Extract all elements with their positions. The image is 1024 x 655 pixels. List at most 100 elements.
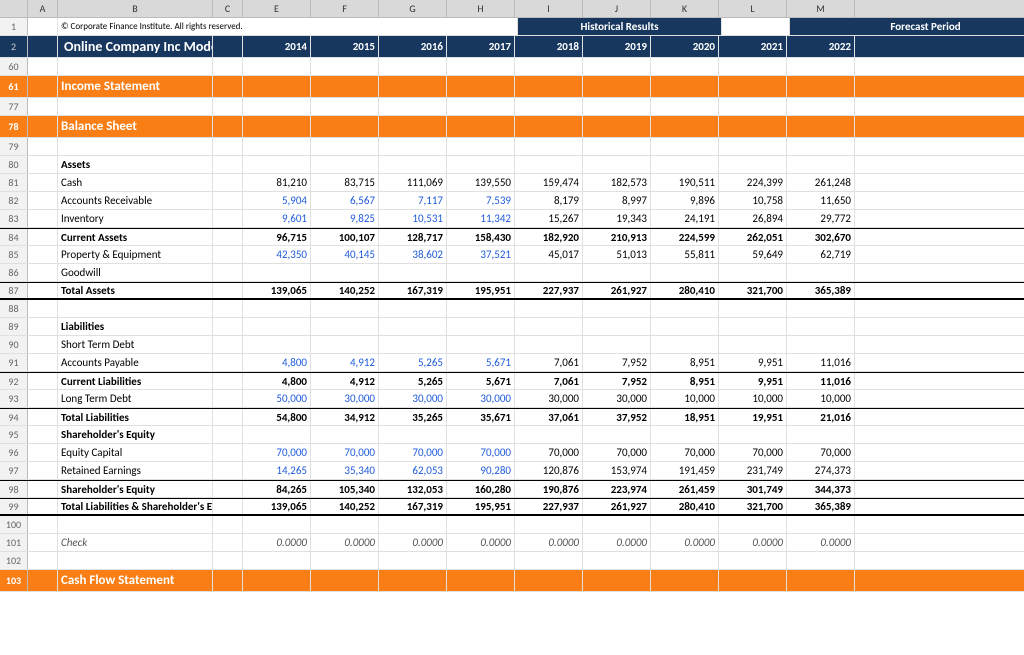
col-header-G: G: [379, 0, 447, 17]
cell-83J: 19,343: [583, 210, 651, 227]
cell-94K: 18,951: [651, 409, 719, 425]
cell-84M: 302,670: [787, 229, 855, 245]
rownum-82: 82: [0, 192, 28, 209]
rownum-91: 91: [0, 354, 28, 371]
col-header-H: H: [447, 0, 515, 17]
rownum-60: 60: [0, 58, 28, 75]
rownum-99: 99: [0, 499, 28, 514]
cell-2B: Online Company Inc Model: [58, 36, 213, 57]
rownum-84: 84: [0, 229, 28, 245]
cell-91G: 5,265: [379, 354, 447, 371]
cell-84G: 128,717: [379, 229, 447, 245]
cell-94F: 34,912: [311, 409, 379, 425]
cell-93B: Long Term Debt: [58, 390, 213, 407]
cell-92B: Current Liabilities: [58, 373, 213, 389]
cell-96J: 70,000: [583, 444, 651, 461]
cell-93F: 30,000: [311, 390, 379, 407]
cell-87B: Total Assets: [58, 283, 213, 298]
cell-101J: 0.0000: [583, 534, 651, 551]
cell-94I: 37,061: [515, 409, 583, 425]
cell-93E: 50,000: [243, 390, 311, 407]
cell-2E: 2014: [243, 36, 311, 57]
cell-82K: 9,896: [651, 192, 719, 209]
cell-85K: 55,811: [651, 246, 719, 263]
cell-95B: Shareholder's Equity: [58, 426, 213, 443]
cell-97F: 35,340: [311, 462, 379, 479]
col-header-K: K: [651, 0, 719, 17]
cell-1E: Historical Results: [518, 18, 722, 35]
cell-87M: 365,389: [787, 283, 855, 298]
cell-92J: 7,952: [583, 373, 651, 389]
cell-93J: 30,000: [583, 390, 651, 407]
cell-91H: 5,671: [447, 354, 515, 371]
rownum-103: 103: [0, 570, 28, 591]
row-102: 102: [0, 552, 1024, 570]
cell-85B: Property & Equipment: [58, 246, 213, 263]
row-83: 83 Inventory 9,601 9,825 10,531 11,342 1…: [0, 210, 1024, 228]
cell-82J: 8,997: [583, 192, 651, 209]
cell-81K: 190,511: [651, 174, 719, 191]
row-88: 88: [0, 300, 1024, 318]
row-85: 85 Property & Equipment 42,350 40,145 38…: [0, 246, 1024, 264]
cell-96K: 70,000: [651, 444, 719, 461]
cell-98H: 160,280: [447, 481, 515, 497]
cell-94L: 19,951: [719, 409, 787, 425]
cell-82L: 10,758: [719, 192, 787, 209]
cell-98M: 344,373: [787, 481, 855, 497]
cell-92E: 4,800: [243, 373, 311, 389]
cell-97M: 274,373: [787, 462, 855, 479]
cell-84J: 210,913: [583, 229, 651, 245]
rownum-79: 79: [0, 138, 28, 155]
cell-83M: 29,772: [787, 210, 855, 227]
cell-84E: 96,715: [243, 229, 311, 245]
cell-99F: 140,252: [311, 499, 379, 514]
cell-91F: 4,912: [311, 354, 379, 371]
cell-83B: Inventory: [58, 210, 213, 227]
cell-85I: 45,017: [515, 246, 583, 263]
cell-98F: 105,340: [311, 481, 379, 497]
cell-99H: 195,951: [447, 499, 515, 514]
balance-sheet-header: Balance Sheet: [58, 116, 213, 137]
cell-94H: 35,671: [447, 409, 515, 425]
rownum-61: 61: [0, 76, 28, 97]
cell-87G: 167,319: [379, 283, 447, 298]
cash-flow-header: Cash Flow Statement: [58, 570, 213, 591]
cell-82E: 5,904: [243, 192, 311, 209]
col-header-rownum: [0, 0, 28, 17]
cell-2C: [213, 36, 243, 57]
cell-83L: 26,894: [719, 210, 787, 227]
row-93: 93 Long Term Debt 50,000 30,000 30,000 3…: [0, 390, 1024, 408]
cell-85E: 42,350: [243, 246, 311, 263]
row-96: 96 Equity Capital 70,000 70,000 70,000 7…: [0, 444, 1024, 462]
cell-91J: 7,952: [583, 354, 651, 371]
rownum-93: 93: [0, 390, 28, 407]
row-1: 1 © Corporate Finance Institute. All rig…: [0, 18, 1024, 36]
rownum-88: 88: [0, 300, 28, 317]
cell-96G: 70,000: [379, 444, 447, 461]
cell-92I: 7,061: [515, 373, 583, 389]
cell-2H: 2017: [447, 36, 515, 57]
cell-86B: Goodwill: [58, 264, 213, 281]
row-79: 79: [0, 138, 1024, 156]
col-header-E: E: [243, 0, 311, 17]
cell-101F: 0.0000: [311, 534, 379, 551]
row-100: 100: [0, 516, 1024, 534]
cell-93G: 30,000: [379, 390, 447, 407]
cell-81B: Cash: [58, 174, 213, 191]
cell-94E: 54,800: [243, 409, 311, 425]
row-91: 91 Accounts Payable 4,800 4,912 5,265 5,…: [0, 354, 1024, 372]
row-87: 87 Total Assets 139,065 140,252 167,319 …: [0, 282, 1024, 300]
cell-96F: 70,000: [311, 444, 379, 461]
cell-87F: 140,252: [311, 283, 379, 298]
cell-101B: Check: [58, 534, 213, 551]
cell-2M: 2022: [787, 36, 855, 57]
rownum-98: 98: [0, 481, 28, 497]
cell-84I: 182,920: [515, 229, 583, 245]
row-94: 94 Total Liabilities 54,800 34,912 35,26…: [0, 408, 1024, 426]
cell-1J: Forecast Period: [790, 18, 1024, 35]
cell-1A: [28, 18, 58, 35]
cell-89B: Liabilities: [58, 318, 213, 335]
cell-2G: 2016: [379, 36, 447, 57]
rownum-90: 90: [0, 336, 28, 353]
rownum-87: 87: [0, 283, 28, 298]
